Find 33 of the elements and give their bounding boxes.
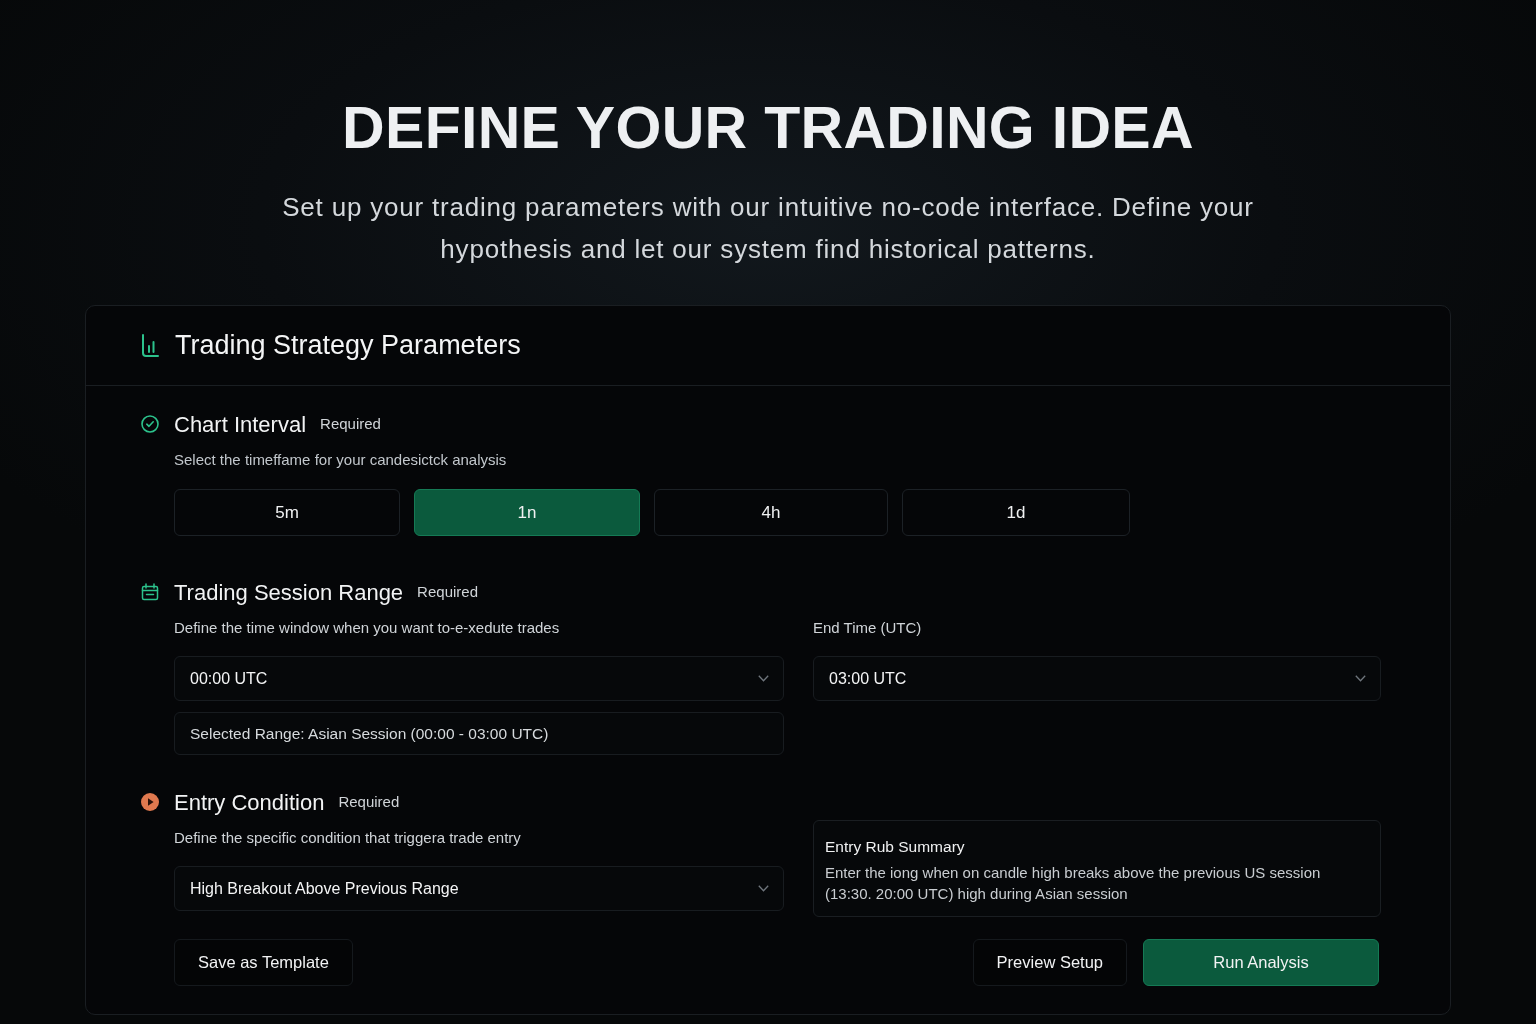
section-title: Entry Condition [174, 788, 325, 817]
action-button[interactable]: Save as Template [174, 939, 353, 986]
interval-option[interactable]: 4h [654, 489, 888, 536]
calendar-icon [141, 583, 159, 601]
summary-title: Entry Rub Summary [825, 837, 966, 857]
action-button[interactable]: Preview Setup [972, 939, 1127, 986]
end-time-label: End Time (UTC) [813, 618, 923, 638]
check-circle-icon [141, 415, 159, 433]
required-label: Required [417, 581, 478, 602]
required-label: Required [320, 413, 381, 434]
required-label: Required [338, 791, 400, 812]
start-time-select[interactable]: 00:00 UTC [174, 656, 784, 701]
summary-text: Enter the iong when on candle high breaks above the previous US session (13:30. 20:00 UTC) high during Asian session [825, 863, 1322, 904]
run-button[interactable]: Run Analysis [1143, 939, 1379, 986]
entry-condition-select[interactable]: High Breakout Above Previous Range [174, 866, 784, 911]
section-title: Trading Session Range [174, 578, 404, 607]
section-title: Chart Interval [174, 410, 307, 439]
end-time-select[interactable]: 03:00 UTC [813, 656, 1381, 701]
interval-option[interactable]: 1n [414, 489, 640, 536]
page-subtitle: Set up your trading parameters with our intuitive no-code interface. Define your hypothesis and let our system find historical patterns. [281, 191, 1255, 266]
chevron-down-icon [758, 675, 769, 682]
interval-option[interactable]: 5m [174, 489, 400, 536]
page-heading: DEFINE YOUR TRADING IDEA [341, 94, 1195, 163]
play-circle-icon [141, 793, 159, 811]
panel-title: Trading Strategy Parameters [175, 329, 521, 363]
section-description: Select the timeffame for your candesictck analysis [174, 450, 508, 470]
chevron-down-icon [758, 885, 769, 892]
interval-option[interactable]: 1d [902, 489, 1130, 536]
bar-chart-icon [141, 333, 159, 358]
chevron-down-icon [1355, 675, 1366, 682]
section-description: Define the time window when you want to-e-xedute trades [174, 618, 561, 638]
section-description: Define the specific condition that triggera trade entry [174, 828, 522, 848]
selected-range-note: Selected Range: Asian Session (00:00 - 03:00 UTC) [174, 712, 784, 755]
